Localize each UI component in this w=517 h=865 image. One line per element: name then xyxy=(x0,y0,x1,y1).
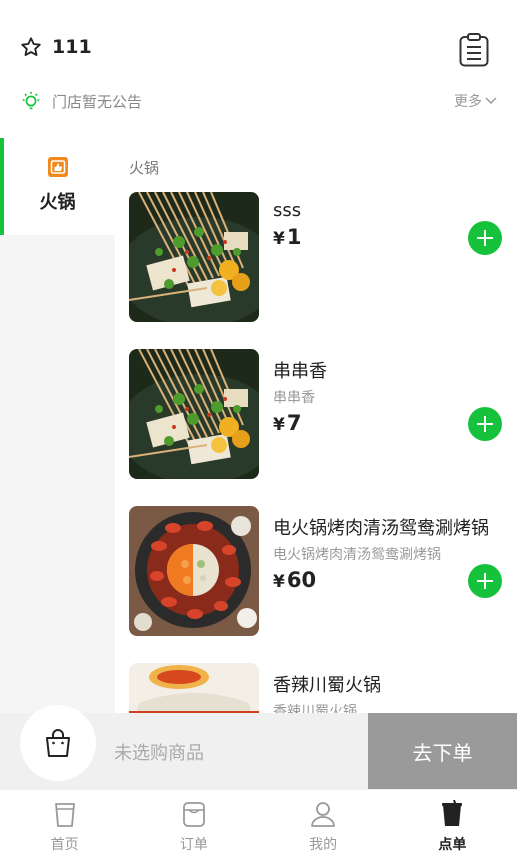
tab-label: 首页 xyxy=(50,837,79,853)
cart-bar: 未选购商品 去下单 xyxy=(0,705,517,789)
add-to-cart-button[interactable] xyxy=(468,407,502,441)
price-value: 1 xyxy=(286,225,302,249)
order-icon xyxy=(181,800,207,828)
notice-text: 门店暂无公告 xyxy=(52,92,143,111)
cart-empty-text: 未选购商品 xyxy=(114,743,204,764)
product-image xyxy=(129,506,259,636)
product-name: 串串香 xyxy=(273,361,327,382)
product-card[interactable]: 香辣川蜀火锅 香辣川蜀火锅 xyxy=(129,663,517,714)
product-name: 香辣川蜀火锅 xyxy=(273,675,381,696)
clipboard-icon[interactable] xyxy=(459,33,489,67)
currency-symbol: ¥ xyxy=(273,572,285,592)
category-item-hotpot[interactable]: 火锅 xyxy=(0,138,115,235)
add-to-cart-button[interactable] xyxy=(468,221,502,255)
product-list: 火锅 sss ¥1 串串香 串串香 ¥7 电火锅烤肉清汤鸳鸯涮烤锅 电火锅烤肉清… xyxy=(115,138,517,714)
product-price: ¥1 xyxy=(273,225,301,249)
currency-symbol: ¥ xyxy=(273,229,285,249)
price-value: 60 xyxy=(286,568,317,592)
product-card[interactable]: 电火锅烤肉清汤鸳鸯涮烤锅 电火锅烤肉清汤鸳鸯涮烤锅 ¥60 xyxy=(129,506,517,636)
tab-label: 点单 xyxy=(438,837,467,853)
product-image xyxy=(129,192,259,322)
product-card[interactable]: 串串香 串串香 ¥7 xyxy=(129,349,517,479)
category-sidebar: 火锅 xyxy=(0,138,115,714)
checkout-button[interactable]: 去下单 xyxy=(368,713,517,789)
chevron-down-icon xyxy=(485,97,497,105)
cup-icon xyxy=(52,800,78,828)
product-name: 电火锅烤肉清汤鸳鸯涮烤锅 xyxy=(273,518,489,539)
tab-home[interactable]: 首页 xyxy=(0,790,129,865)
tab-menu[interactable]: 点单 xyxy=(388,790,517,865)
shopping-bag-icon xyxy=(46,729,70,757)
product-name: sss xyxy=(273,200,302,221)
product-description: 电火锅烤肉清汤鸳鸯涮烤锅 xyxy=(273,547,441,563)
price-value: 7 xyxy=(286,411,302,435)
tab-orders[interactable]: 订单 xyxy=(129,790,258,865)
cart-button[interactable] xyxy=(20,705,96,781)
user-icon xyxy=(310,800,336,828)
bottom-tab-bar: 首页 订单 我的 点单 xyxy=(0,789,517,865)
active-indicator xyxy=(0,138,4,235)
add-to-cart-button[interactable] xyxy=(468,564,502,598)
currency-symbol: ¥ xyxy=(273,415,285,435)
notice-row: 门店暂无公告 xyxy=(20,90,142,112)
product-price: ¥60 xyxy=(273,568,316,592)
product-description: 串串香 xyxy=(273,390,315,406)
product-image xyxy=(129,349,259,479)
more-label: 更多 xyxy=(454,94,482,110)
star-icon[interactable] xyxy=(20,36,42,58)
thumbs-up-icon xyxy=(47,156,69,178)
product-image xyxy=(129,663,259,714)
tab-profile[interactable]: 我的 xyxy=(259,790,388,865)
more-button[interactable]: 更多 xyxy=(454,91,497,111)
shop-name: 111 xyxy=(52,36,92,58)
product-card[interactable]: sss ¥1 xyxy=(129,192,517,322)
product-price: ¥7 xyxy=(273,411,301,435)
tab-label: 我的 xyxy=(309,837,338,853)
tab-label: 订单 xyxy=(179,837,208,853)
cup-filled-icon xyxy=(439,799,465,828)
section-title: 火锅 xyxy=(129,159,160,177)
header: 111 门店暂无公告 更多 xyxy=(0,0,517,138)
shop-row: 111 xyxy=(20,36,92,58)
category-label: 火锅 xyxy=(39,192,76,213)
bulb-icon xyxy=(20,90,42,112)
